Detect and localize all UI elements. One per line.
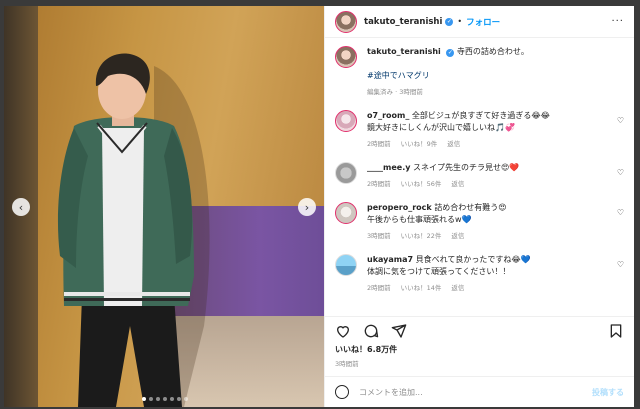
author-username[interactable]: takuto_teranishi [364,17,442,27]
carousel-dot [156,397,160,401]
reply-button[interactable]: 返信 [451,230,464,240]
bookmark-icon[interactable] [608,323,624,339]
carousel-dot [170,397,174,401]
heart-icon[interactable] [335,323,351,339]
caption-username[interactable]: takuto_teranishi [367,47,441,56]
emoji-icon[interactable] [335,385,349,399]
carousel-dot [142,397,146,401]
comment-text: 貝食べれて良かったですね😂💙 [415,255,531,264]
add-comment-bar: 投稿する [325,377,634,407]
reply-button[interactable]: 返信 [447,138,460,148]
post-modal: ‹ › takuto_teranishi ✓ • フォロー ··· takuto… [4,6,634,407]
chevron-right-icon[interactable]: › [298,198,316,216]
comment-item: ukayama7 貝食べれて良かったですね😂💙 体調に気をつけて頑張ってください… [335,254,624,292]
comment-item: o7_room_ 全部ビジュが良すぎて好き過ぎる😂😂 鏡大好きにしくんが沢山で嬉… [335,110,624,148]
post-time: 3時間前 [325,355,634,377]
post-side-panel: takuto_teranishi ✓ • フォロー ··· takuto_ter… [324,6,634,407]
comment-username[interactable]: peropero_rock [367,203,432,212]
comment-text: 全部ビジュが良すぎて好き過ぎる😂😂 [411,111,551,120]
comment-likes[interactable]: いいね！22件 [401,230,442,240]
comment-username[interactable]: ukayama7 [367,255,413,264]
author-avatar[interactable] [335,46,357,68]
comment-username[interactable]: o7_room_ [367,111,409,120]
comment-likes[interactable]: いいね！9件 [401,138,438,148]
comment-item: peropero_rock 詰め合わせ有難う😍 午後からも仕事頑張れるw💙 3時… [335,202,624,240]
reply-button[interactable]: 返信 [451,178,464,188]
post-header: takuto_teranishi ✓ • フォロー ··· [325,6,634,38]
comment-likes[interactable]: いいね！56件 [401,178,442,188]
commenter-avatar[interactable] [335,254,357,276]
comment-text-line2: 午後からも仕事頑張れるw💙 [367,215,472,224]
heart-icon[interactable]: ♡ [617,168,624,177]
verified-icon: ✓ [446,49,455,57]
likes-count[interactable]: いいね！6.8万件 [325,344,634,355]
commenter-avatar[interactable] [335,202,357,224]
commenter-avatar[interactable] [335,110,357,132]
author-avatar[interactable] [335,10,357,33]
heart-icon[interactable]: ♡ [617,260,624,269]
post-comment-button[interactable]: 投稿する [592,387,624,398]
comment-time: 2時間前 [367,284,391,292]
carousel-dot [184,397,188,401]
comment-icon[interactable] [363,323,379,339]
person-photo [57,53,210,407]
separator: • [457,17,463,26]
heart-icon[interactable]: ♡ [617,116,624,125]
commenter-avatar[interactable] [335,162,357,184]
heart-icon[interactable]: ♡ [617,208,624,217]
share-icon[interactable] [391,323,407,339]
caption-hashtag[interactable]: #途中でハマグリ [367,70,624,82]
comment-input[interactable] [359,387,592,397]
action-bar [325,316,634,344]
comment-time: 2時間前 [367,140,391,148]
comment-time: 3時間前 [367,232,391,240]
comment-text-line2: 鏡大好きにしくんが沢山で嬉しいね🎵💞 [367,123,515,132]
follow-button[interactable]: フォロー [466,16,500,28]
carousel-dot [149,397,153,401]
carousel-dot [163,397,167,401]
more-options-icon[interactable]: ··· [611,16,624,27]
comment-username[interactable]: ____mee.y [367,163,410,172]
carousel-dots [142,397,188,401]
comment-likes[interactable]: いいね！14件 [401,282,442,292]
chevron-left-icon[interactable]: ‹ [12,198,30,216]
comment-item: ____mee.y スネイプ先生のチラ見せ😍❤️ 2時間前 いいね！56件 返信… [335,162,624,188]
comment-text: 詰め合わせ有難う😍 [434,203,507,212]
carousel-dot [177,397,181,401]
comments-list: takuto_teranishi ✓ 寺西の詰め合わせ。 #途中でハマグリ 編集… [325,38,634,316]
comment-time: 2時間前 [367,180,391,188]
caption-meta: 編集済み · 3時間前 [367,88,423,96]
page-backdrop: ‹ › takuto_teranishi ✓ • フォロー ··· takuto… [0,0,640,409]
comment-text: スネイプ先生のチラ見せ😍❤️ [413,163,520,172]
caption: takuto_teranishi ✓ 寺西の詰め合わせ。 #途中でハマグリ 編集… [335,46,624,96]
reply-button[interactable]: 返信 [451,282,464,292]
comment-text-line2: 体調に気をつけて頑張ってください！！ [367,267,511,276]
caption-text: 寺西の詰め合わせ。 [456,47,529,56]
post-media: ‹ › [4,6,324,407]
verified-icon: ✓ [445,17,454,26]
